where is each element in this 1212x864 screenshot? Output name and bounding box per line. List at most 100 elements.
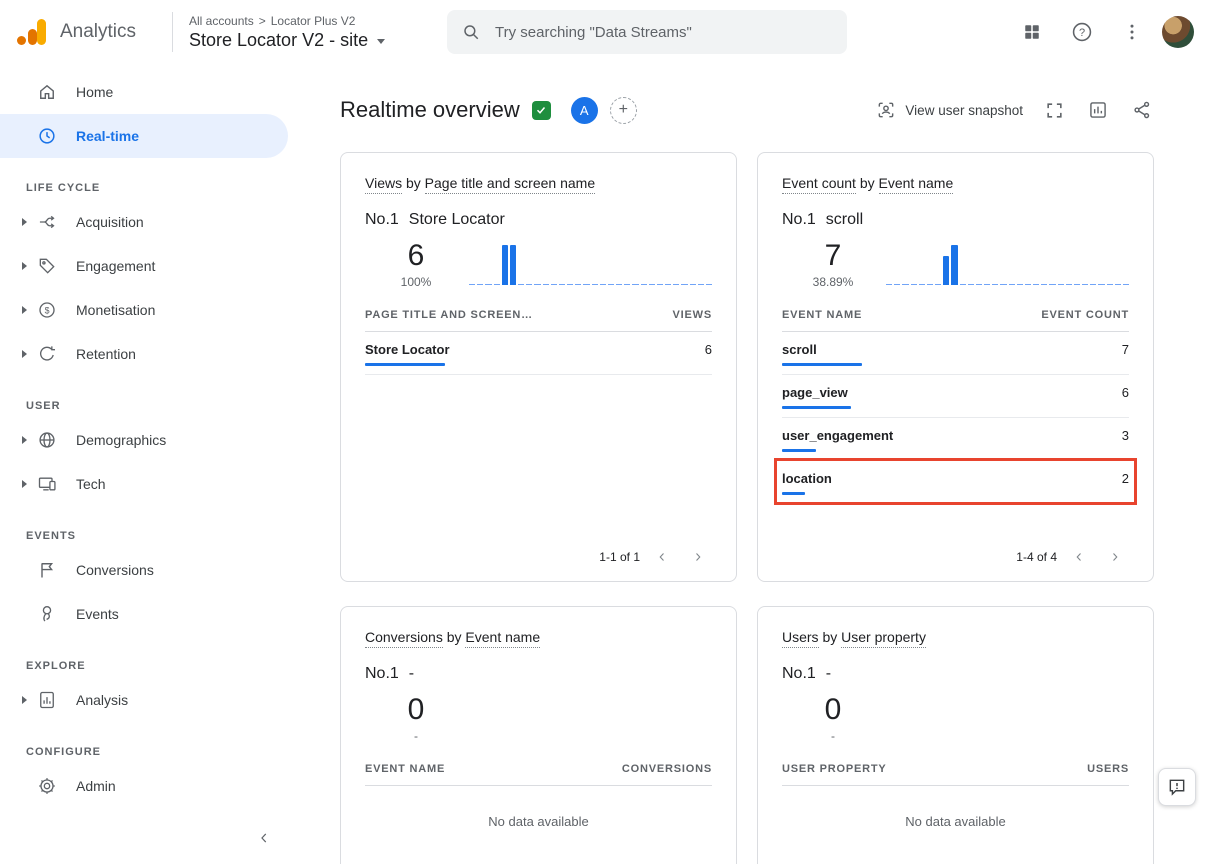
apps-grid-icon <box>1023 23 1041 41</box>
card-title: Views by Page title and screen name <box>365 175 712 191</box>
search-input[interactable] <box>447 10 847 54</box>
expand-caret-icon[interactable] <box>22 262 27 270</box>
expand-caret-icon[interactable] <box>22 436 27 444</box>
table-row[interactable]: page_view 6 <box>782 375 1129 418</box>
devices-icon <box>36 473 58 495</box>
account-switcher[interactable]: All accounts > Locator Plus V2 Store Loc… <box>189 14 419 51</box>
table-row[interactable]: user_engagement 3 <box>782 418 1129 461</box>
fullscreen-button[interactable] <box>1043 99 1066 122</box>
sidebar-item-label: Monetisation <box>76 302 155 318</box>
expand-caret-icon[interactable] <box>22 306 27 314</box>
breadcrumb-account[interactable]: Locator Plus V2 <box>271 14 356 28</box>
pagination: 1-4 of 4 <box>782 535 1129 567</box>
row-value-bar <box>365 363 445 366</box>
table-row[interactable]: Store Locator 6 <box>365 332 712 375</box>
breadcrumb-separator: > <box>259 14 266 28</box>
row-value-bar <box>782 492 805 495</box>
table-header: USER PROPERTY USERS <box>782 763 1129 786</box>
more-options-button[interactable] <box>1112 12 1152 52</box>
metric-big-value: 6 <box>393 239 439 272</box>
pagination-next-button[interactable] <box>1101 547 1129 567</box>
row-value-bar <box>782 449 816 452</box>
search-bar <box>447 10 847 54</box>
pagination-next-button[interactable] <box>684 547 712 567</box>
metric-link[interactable]: Users <box>782 629 819 648</box>
sidebar-item-engagement[interactable]: Engagement <box>0 244 288 288</box>
expand-caret-icon[interactable] <box>22 350 27 358</box>
table-row-highlighted[interactable]: location 2 <box>782 461 1129 504</box>
expand-caret-icon[interactable] <box>22 480 27 488</box>
sidebar-item-events[interactable]: Events <box>0 592 288 636</box>
sidebar-item-conversions[interactable]: Conversions <box>0 548 288 592</box>
kebab-menu-icon <box>1122 22 1142 42</box>
column-header-value: USERS <box>1087 763 1129 775</box>
sidebar-item-home[interactable]: Home <box>0 70 288 114</box>
expand-caret-icon[interactable] <box>22 696 27 704</box>
sidebar-item-label: Conversions <box>76 562 154 578</box>
breadcrumb-root[interactable]: All accounts <box>189 14 254 28</box>
sparkline-chart <box>469 239 712 285</box>
status-ok-icon <box>532 101 551 120</box>
home-icon <box>36 81 58 103</box>
pagination: 1-1 of 1 <box>365 535 712 567</box>
share-button[interactable] <box>1130 98 1154 122</box>
sidebar-item-retention[interactable]: Retention <box>0 332 288 376</box>
analysis-icon <box>36 689 58 711</box>
collaborator-avatar[interactable]: A <box>571 97 598 124</box>
monetisation-icon: $ <box>36 299 58 321</box>
sidebar-item-monetisation[interactable]: $ Monetisation <box>0 288 288 332</box>
pagination-prev-button[interactable] <box>648 547 676 567</box>
customize-report-button[interactable] <box>1086 98 1110 122</box>
analytics-logo-group[interactable]: Analytics <box>16 17 166 47</box>
row-value: 2 <box>1122 471 1129 486</box>
sidebar-item-admin[interactable]: Admin <box>0 764 288 808</box>
app-name: Analytics <box>60 21 136 43</box>
sidebar-item-acquisition[interactable]: Acquisition <box>0 200 288 244</box>
dimension-link[interactable]: User property <box>841 629 926 648</box>
view-user-snapshot-button[interactable]: View user snapshot <box>876 100 1023 120</box>
title-connector: by <box>856 175 879 191</box>
pagination-range: 1-4 of 4 <box>1016 550 1057 564</box>
title-connector: by <box>402 175 425 191</box>
card-event-count-by-event-name: Event count by Event name No.1 scroll 7 … <box>757 152 1154 582</box>
pagination-prev-button[interactable] <box>1065 547 1093 567</box>
property-selector[interactable]: Store Locator V2 - site <box>189 30 419 51</box>
top-bar: Analytics All accounts > Locator Plus V2… <box>0 0 1212 64</box>
help-button[interactable]: ? <box>1062 12 1102 52</box>
column-header-value: EVENT COUNT <box>1041 309 1129 321</box>
engagement-icon <box>36 255 58 277</box>
apps-grid-button[interactable] <box>1012 12 1052 52</box>
card-views-by-page-title: Views by Page title and screen name No.1… <box>340 152 737 582</box>
metric-link[interactable]: Event count <box>782 175 856 194</box>
title-connector: by <box>819 629 842 645</box>
table-row[interactable]: scroll 7 <box>782 332 1129 375</box>
feedback-button[interactable] <box>1158 768 1196 806</box>
sidebar-item-demographics[interactable]: Demographics <box>0 418 288 462</box>
retention-icon <box>36 343 58 365</box>
metric-big-value: 0 <box>393 693 439 726</box>
dimension-link[interactable]: Event name <box>879 175 954 194</box>
sidebar-section-user: USER <box>0 376 300 418</box>
sidebar-item-analysis[interactable]: Analysis <box>0 678 288 722</box>
metric-link[interactable]: Views <box>365 175 402 194</box>
page-title: Realtime overview <box>340 97 520 123</box>
column-header-name: EVENT NAME <box>782 309 862 321</box>
flag-icon <box>36 559 58 581</box>
row-value: 3 <box>1122 428 1129 443</box>
sidebar-item-label: Engagement <box>76 258 155 274</box>
top-result: No.1 Store Locator <box>365 211 712 229</box>
sidebar-collapse-button[interactable] <box>244 820 284 856</box>
metric-link[interactable]: Conversions <box>365 629 443 648</box>
row-name: user_engagement <box>782 428 893 443</box>
dimension-link[interactable]: Event name <box>465 629 540 648</box>
table-header: EVENT NAME EVENT COUNT <box>782 309 1129 332</box>
sidebar-item-tech[interactable]: Tech <box>0 462 288 506</box>
sidebar-item-label: Analysis <box>76 692 128 708</box>
sidebar-item-realtime[interactable]: Real-time <box>0 114 288 158</box>
user-avatar[interactable] <box>1162 16 1194 48</box>
dimension-link[interactable]: Page title and screen name <box>425 175 595 194</box>
share-icon <box>1132 100 1152 120</box>
metric-percentage: 100% <box>393 275 439 289</box>
expand-caret-icon[interactable] <box>22 218 27 226</box>
add-collaborator-button[interactable]: + <box>610 97 637 124</box>
